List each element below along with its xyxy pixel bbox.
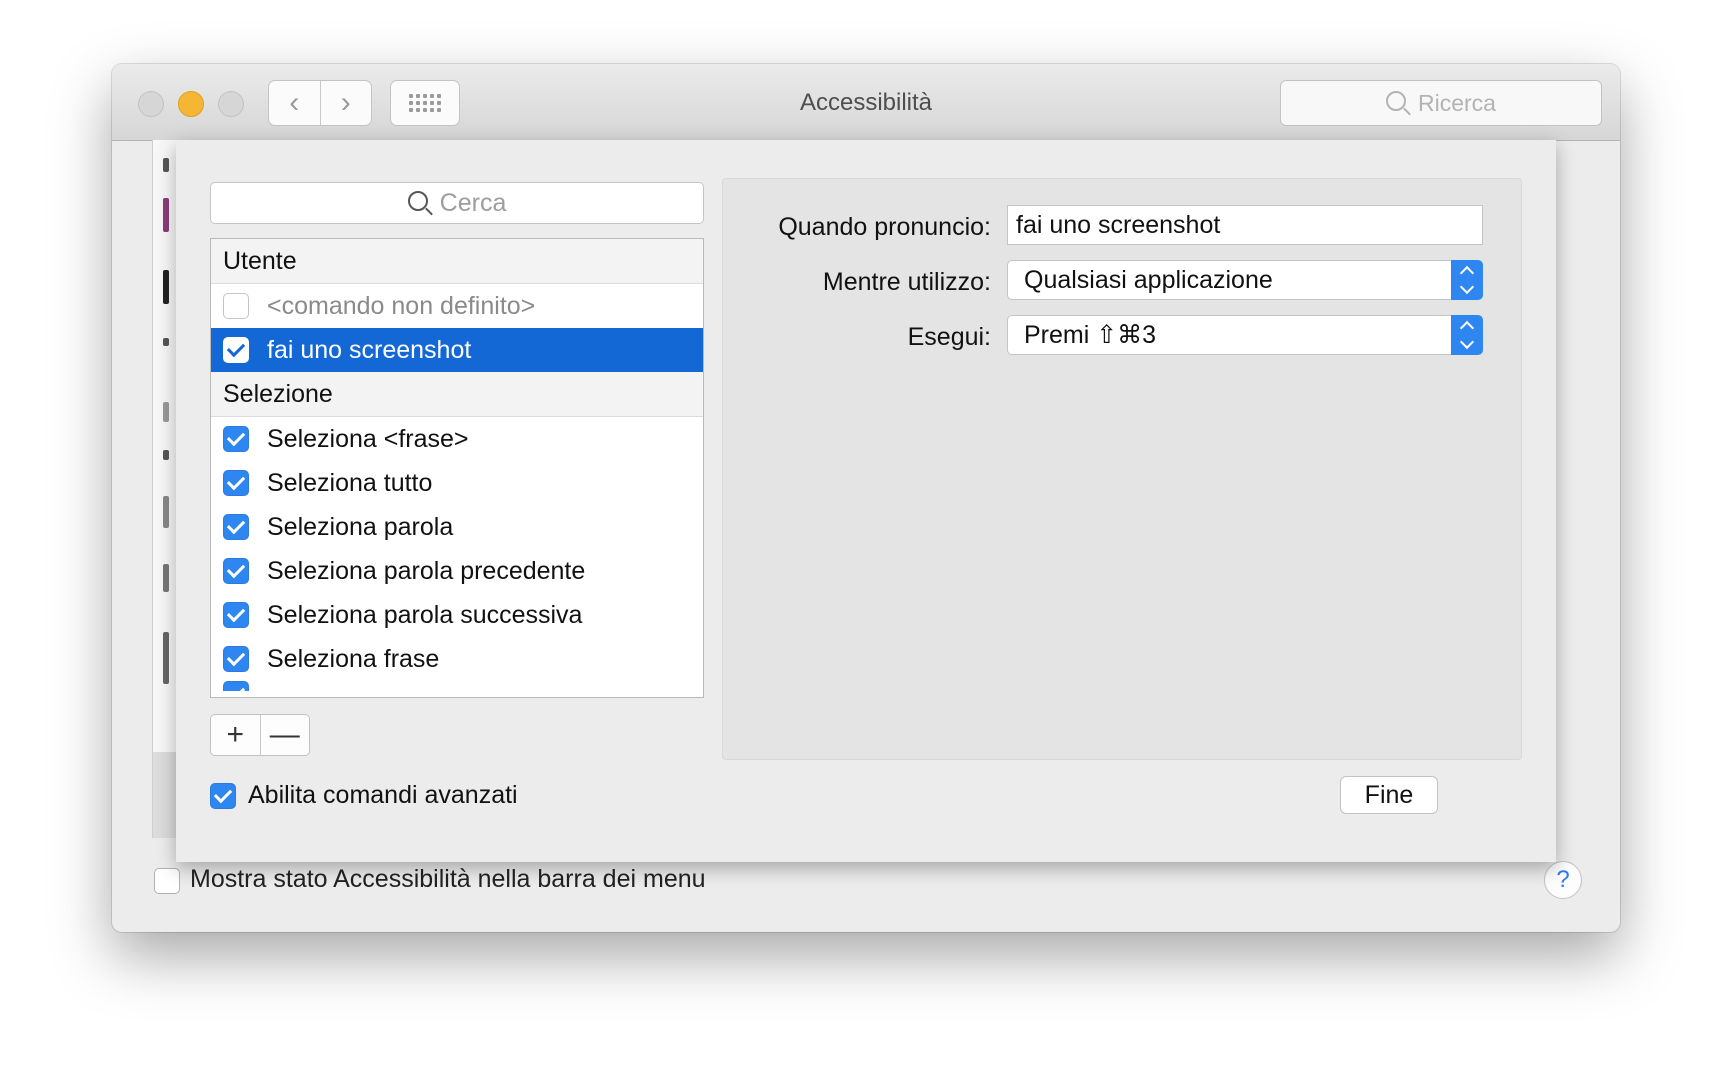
command-label: Seleziona parola successiva [267,600,583,629]
command-checkbox[interactable] [223,426,249,452]
while-label: Mentre utilizzo: [822,268,991,296]
command-label: Seleziona <frase> [267,424,469,453]
list-item[interactable]: Seleziona parola precedente [211,549,703,593]
plus-icon: + [226,718,245,751]
commands-list[interactable]: Utente <comando non definito> fai uno sc… [210,238,704,698]
group-header-selezione: Selezione [211,372,703,417]
popup-arrows-icon [1451,260,1483,300]
command-checkbox[interactable] [223,470,249,496]
sidebar-icon [163,496,169,528]
advanced-commands-checkbox[interactable] [210,782,236,809]
toolbar-search-placeholder: Ricerca [1418,89,1496,116]
command-label: Seleziona frase [267,644,440,673]
sidebar-icon [163,158,169,172]
list-item[interactable]: Seleziona <frase> [211,417,703,461]
menu-status-checkbox[interactable] [154,868,180,894]
sidebar-icon [163,198,169,232]
list-item[interactable]: Seleziona frase [211,637,703,681]
command-label: Seleziona parola [267,512,454,541]
command-checkbox[interactable] [223,514,249,540]
list-item[interactable]: Seleziona tutto [211,461,703,505]
add-command-button[interactable]: + [211,715,260,755]
search-icon [1386,91,1407,111]
sidebar-icon [163,402,169,422]
while-value: Qualsiasi applicazione [1024,265,1273,294]
title-bar: ‹ › Accessibilità Ricerca [112,64,1620,141]
command-checkbox[interactable] [223,558,249,584]
advanced-commands-label: Abilita comandi avanzati [248,781,518,809]
help-button[interactable]: ? [1544,861,1582,899]
command-label: Seleziona tutto [267,468,433,497]
sidebar-icon [163,450,169,460]
done-button[interactable]: Fine [1340,776,1438,814]
when-label: Quando pronuncio: [778,213,991,241]
remove-command-button[interactable]: — [259,715,310,755]
toolbar-search-field[interactable]: Ricerca [1280,80,1602,126]
command-checkbox[interactable] [223,681,249,691]
perform-label: Esegui: [907,323,991,351]
command-checkbox[interactable] [223,646,249,672]
group-header-utente: Utente [211,239,703,284]
command-checkbox[interactable] [223,293,249,319]
sidebar-icon [163,564,169,592]
popup-arrows-icon [1451,315,1483,355]
search-icon [407,191,428,211]
perform-value: Premi ⇧⌘3 [1024,321,1157,349]
sidebar-icon [163,338,169,346]
add-remove-buttons: + — [210,714,310,756]
command-label: <comando non definito> [267,291,536,320]
commands-sheet: Cerca Utente <comando non definito> fai … [176,140,1556,862]
sidebar-icon [163,270,169,304]
list-item[interactable]: Seleziona parola [211,505,703,549]
sidebar-icon [163,632,169,684]
when-field[interactable]: fai uno screenshot [1007,205,1483,245]
background-sidebar [152,140,179,838]
menu-status-label: Mostra stato Accessibilità nella barra d… [190,865,706,893]
advanced-commands-option[interactable]: Abilita comandi avanzati [210,781,518,810]
done-label: Fine [1364,780,1414,809]
list-item-selected[interactable]: fai uno screenshot [211,328,703,372]
question-icon: ? [1556,866,1570,893]
list-item[interactable]: <comando non definito> [211,284,703,328]
commands-search-field[interactable]: Cerca [210,182,704,224]
command-label: fai uno screenshot [267,335,472,364]
commands-search-placeholder: Cerca [439,188,507,217]
command-checkbox[interactable] [223,337,249,363]
command-detail-panel: Quando pronuncio: fai uno screenshot Men… [722,178,1522,760]
minus-icon: — [269,718,300,751]
perform-popup[interactable]: Premi ⇧⌘3 [1007,315,1483,355]
when-value: fai uno screenshot [1016,210,1221,239]
preferences-window: ‹ › Accessibilità Ricerca Mostra stato A… [112,64,1620,932]
while-popup[interactable]: Qualsiasi applicazione [1007,260,1483,300]
list-item[interactable]: Seleziona parola successiva [211,593,703,637]
command-checkbox[interactable] [223,602,249,628]
list-item-partial[interactable] [211,681,703,691]
command-label: Seleziona parola precedente [267,556,586,585]
